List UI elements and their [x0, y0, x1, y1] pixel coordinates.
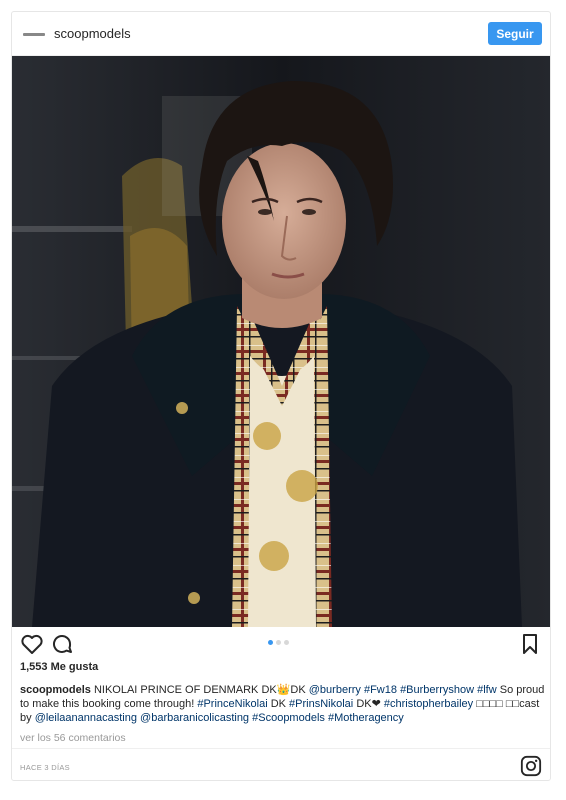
post-caption: scoopmodels NIKOLAI PRINCE OF DENMARK DK…: [20, 683, 545, 725]
carousel-dot-active: [268, 640, 273, 645]
instagram-embed-card: scoopmodels Seguir 1,553 Me gusta scoopm…: [11, 11, 551, 781]
follow-button[interactable]: Seguir: [488, 22, 542, 45]
likes-count[interactable]: 1,553 Me gusta: [20, 661, 98, 673]
flag-emoji: DK: [270, 698, 286, 710]
caption-text: NIKOLAI PRINCE OF DENMARK: [90, 684, 262, 696]
hashtag-link[interactable]: #Motheragency: [328, 712, 404, 724]
emoji-boxes: □□□□ □□: [476, 698, 520, 710]
post-footer: HACE 3 DÍAS: [12, 748, 550, 780]
runway-photo-illustration: [12, 56, 550, 627]
hashtag-link[interactable]: #PrinsNikolai: [289, 698, 353, 710]
username-link[interactable]: scoopmodels: [54, 26, 131, 41]
hashtag-link[interactable]: #PrinceNikolai: [197, 698, 267, 710]
view-comments-link[interactable]: ver los 56 comentarios: [20, 732, 126, 744]
mention-link[interactable]: @leilaanannacasting: [35, 712, 137, 724]
avatar[interactable]: [22, 24, 46, 44]
hashtag-link[interactable]: #lfw: [477, 684, 497, 696]
hashtag-link[interactable]: #christopherbailey: [384, 698, 473, 710]
carousel-dot: [284, 640, 289, 645]
heart-icon[interactable]: [20, 632, 44, 656]
hashtag-link[interactable]: #Burberryshow: [400, 684, 474, 696]
bookmark-icon[interactable]: [518, 632, 542, 656]
post-timestamp[interactable]: HACE 3 DÍAS: [20, 763, 70, 772]
instagram-icon[interactable]: [520, 755, 542, 777]
carousel-dot: [276, 640, 281, 645]
hashtag-link[interactable]: #Fw18: [364, 684, 397, 696]
post-header: scoopmodels Seguir: [12, 12, 550, 56]
hashtag-link[interactable]: #Scoopmodels: [252, 712, 325, 724]
brand-logo: [23, 32, 45, 36]
mention-link[interactable]: @barbaranicolicasting: [140, 712, 249, 724]
flag-emoji: DK❤: [356, 698, 381, 710]
post-actions: [12, 630, 550, 658]
carousel-indicator: [268, 640, 289, 646]
comment-icon[interactable]: [50, 632, 74, 656]
mention-link[interactable]: @burberry: [309, 684, 361, 696]
flag-emoji: DK👑DK: [261, 684, 306, 696]
caption-username[interactable]: scoopmodels: [20, 684, 91, 696]
post-photo[interactable]: [12, 56, 550, 627]
